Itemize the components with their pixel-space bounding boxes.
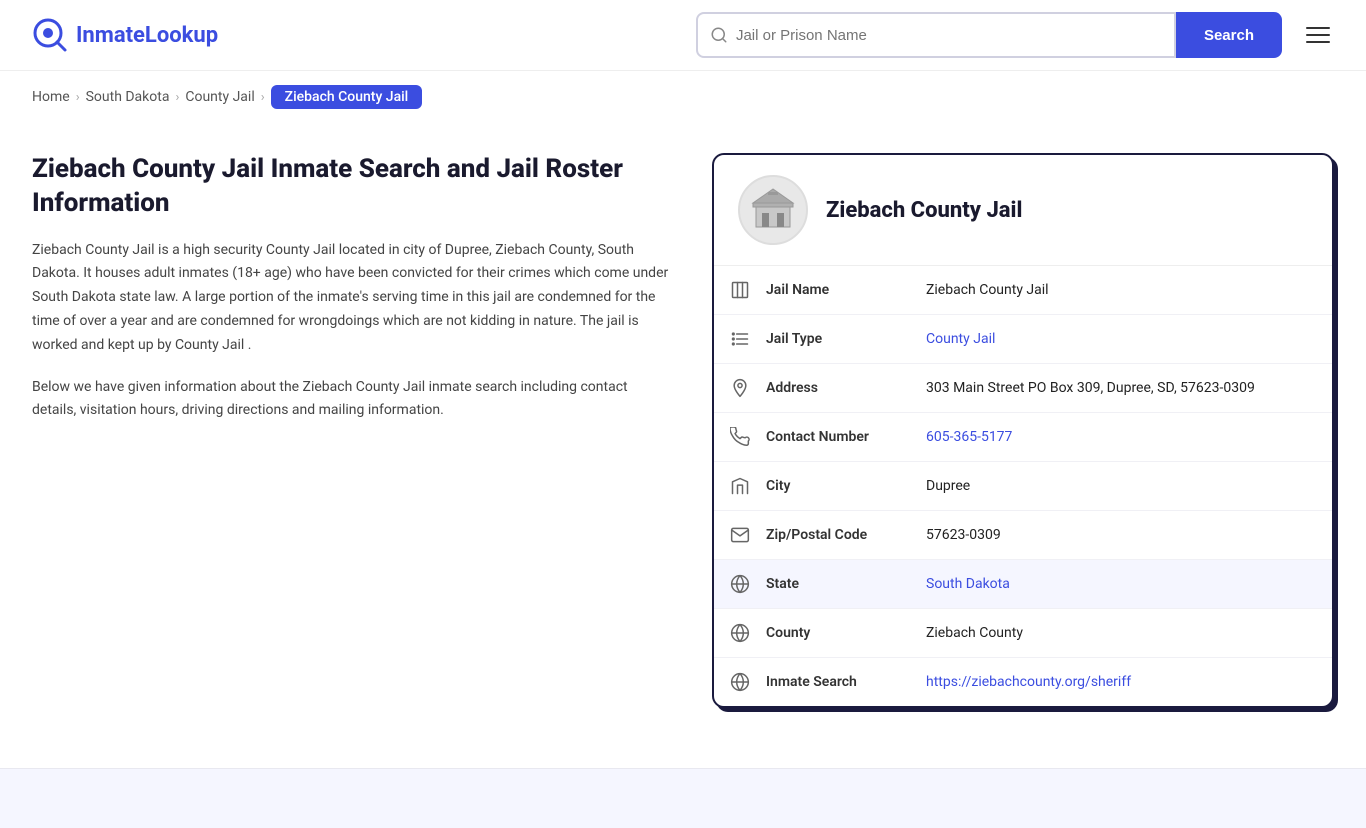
info-row: Inmate Search https://ziebachcounty.org/… xyxy=(714,658,1332,706)
location-icon xyxy=(714,364,766,412)
info-row: Contact Number 605-365-5177 xyxy=(714,413,1332,462)
info-label: Contact Number xyxy=(766,415,926,459)
search-icon xyxy=(710,26,728,44)
page-title: Ziebach County Jail Inmate Search and Ja… xyxy=(32,153,672,221)
jail-icon xyxy=(714,266,766,314)
info-value: 57623-0309 xyxy=(926,513,1332,557)
info-value-link[interactable]: https://ziebachcounty.org/sheriff xyxy=(926,674,1131,690)
info-rows-container: Jail Name Ziebach County Jail Jail Type … xyxy=(714,266,1332,706)
logo-icon xyxy=(32,17,68,53)
info-value-link[interactable]: 605-365-5177 xyxy=(926,429,1012,445)
info-value: Ziebach County xyxy=(926,611,1332,655)
list-icon xyxy=(714,315,766,363)
search-wrapper xyxy=(696,12,1176,58)
breadcrumb-home[interactable]: Home xyxy=(32,89,70,105)
description-2: Below we have given information about th… xyxy=(32,376,672,424)
breadcrumb-sep-3: › xyxy=(261,90,265,105)
info-row: Jail Name Ziebach County Jail xyxy=(714,266,1332,315)
info-value-text: 303 Main Street PO Box 309, Dupree, SD, … xyxy=(926,380,1255,396)
city-icon xyxy=(714,462,766,510)
menu-button[interactable] xyxy=(1302,23,1334,47)
info-value-text: Ziebach County Jail xyxy=(926,282,1049,298)
hamburger-line xyxy=(1306,34,1330,36)
card-header: Ziebach County Jail xyxy=(714,155,1332,266)
info-label: Zip/Postal Code xyxy=(766,513,926,557)
hamburger-line xyxy=(1306,27,1330,29)
main-content: Ziebach County Jail Inmate Search and Ja… xyxy=(0,123,1366,768)
logo-link[interactable]: InmateLookup xyxy=(32,17,218,53)
county-icon xyxy=(714,609,766,657)
info-value-link[interactable]: South Dakota xyxy=(926,576,1010,592)
info-label: Jail Name xyxy=(766,268,926,312)
page-footer xyxy=(0,768,1366,828)
description-1: Ziebach County Jail is a high security C… xyxy=(32,239,672,358)
building-icon xyxy=(748,185,798,235)
logo-text: InmateLookup xyxy=(76,23,218,48)
hamburger-line xyxy=(1306,41,1330,43)
info-label: Address xyxy=(766,366,926,410)
info-value-link[interactable]: County Jail xyxy=(926,331,995,347)
info-value-text: 57623-0309 xyxy=(926,527,1001,543)
info-card: Ziebach County Jail Jail Name Ziebach Co… xyxy=(712,153,1334,708)
globe-icon xyxy=(714,560,766,608)
info-row: Jail Type County Jail xyxy=(714,315,1332,364)
search-input[interactable] xyxy=(736,27,1162,44)
info-value[interactable]: https://ziebachcounty.org/sheriff xyxy=(926,660,1332,704)
info-value: 303 Main Street PO Box 309, Dupree, SD, … xyxy=(926,366,1332,410)
info-label: Jail Type xyxy=(766,317,926,361)
breadcrumb-sep-1: › xyxy=(76,90,80,105)
info-row: Address 303 Main Street PO Box 309, Dupr… xyxy=(714,364,1332,413)
breadcrumb-state[interactable]: South Dakota xyxy=(86,89,170,105)
breadcrumb-current: Ziebach County Jail xyxy=(271,85,423,109)
info-value: Dupree xyxy=(926,464,1332,508)
info-value[interactable]: South Dakota xyxy=(926,562,1332,606)
card-jail-name: Ziebach County Jail xyxy=(826,198,1022,223)
site-header: InmateLookup Search xyxy=(0,0,1366,71)
info-value[interactable]: 605-365-5177 xyxy=(926,415,1332,459)
left-panel: Ziebach County Jail Inmate Search and Ja… xyxy=(32,153,672,441)
search-globe-icon xyxy=(714,658,766,706)
breadcrumb: Home › South Dakota › County Jail › Zieb… xyxy=(0,71,1366,123)
search-area: Search xyxy=(696,12,1334,58)
mail-icon xyxy=(714,511,766,559)
right-panel: Ziebach County Jail Jail Name Ziebach Co… xyxy=(712,153,1334,708)
info-value-text: Ziebach County xyxy=(926,625,1023,641)
info-label: City xyxy=(766,464,926,508)
breadcrumb-sep-2: › xyxy=(175,90,179,105)
info-row: City Dupree xyxy=(714,462,1332,511)
info-row: Zip/Postal Code 57623-0309 xyxy=(714,511,1332,560)
info-label: State xyxy=(766,562,926,606)
info-row: County Ziebach County xyxy=(714,609,1332,658)
info-value[interactable]: County Jail xyxy=(926,317,1332,361)
info-value-text: Dupree xyxy=(926,478,970,494)
phone-icon xyxy=(714,413,766,461)
info-row: State South Dakota xyxy=(714,560,1332,609)
breadcrumb-type[interactable]: County Jail xyxy=(185,89,254,105)
info-value: Ziebach County Jail xyxy=(926,268,1332,312)
info-label: Inmate Search xyxy=(766,660,926,704)
jail-avatar xyxy=(738,175,808,245)
search-button[interactable]: Search xyxy=(1176,12,1282,58)
info-label: County xyxy=(766,611,926,655)
